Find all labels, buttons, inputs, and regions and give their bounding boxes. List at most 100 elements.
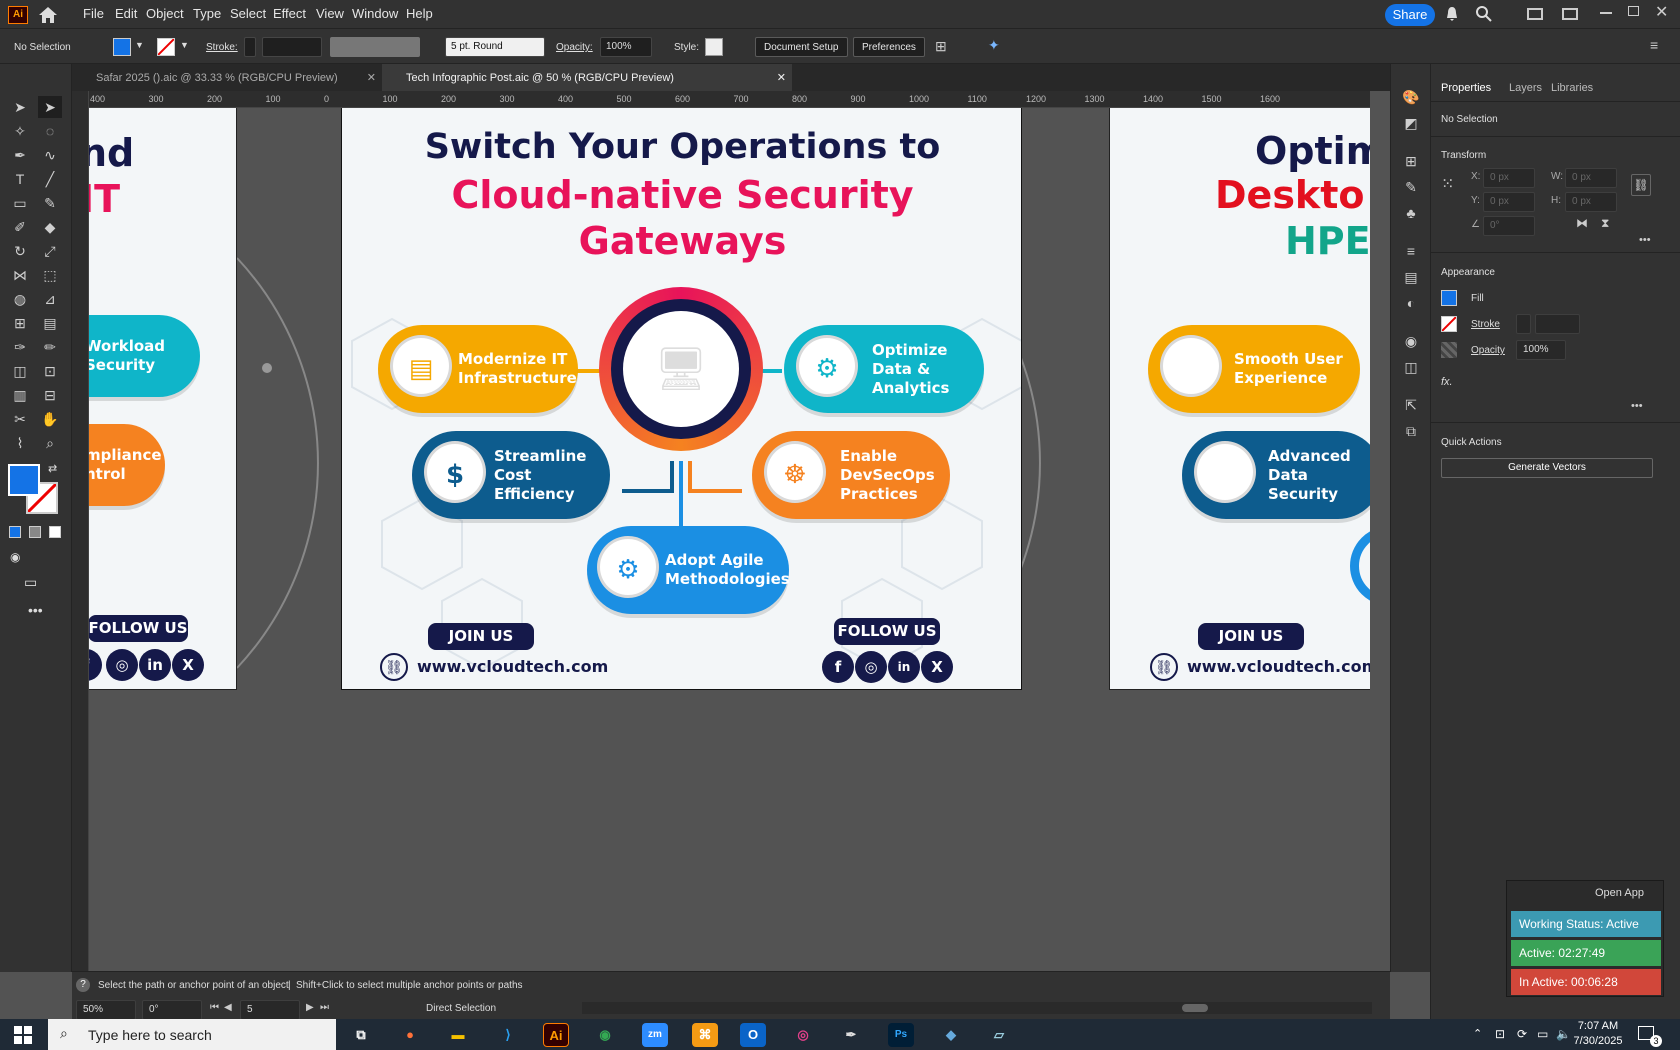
document-setup-button[interactable]: Document Setup: [755, 37, 848, 57]
clock-time[interactable]: 7:07 AM: [1572, 1020, 1624, 1032]
eraser-tool-icon[interactable]: ◆: [38, 216, 62, 238]
swap-colors-icon[interactable]: ⇄: [48, 462, 57, 475]
more-tools-icon[interactable]: •••: [28, 602, 43, 618]
share-button[interactable]: Share: [1385, 4, 1435, 26]
more-options-icon[interactable]: •••: [1631, 400, 1643, 412]
opacity-label[interactable]: Opacity:: [556, 42, 593, 53]
illustrator-taskbar-icon[interactable]: Ai: [543, 1023, 569, 1047]
facebook-icon[interactable]: f: [89, 649, 102, 681]
artboard-left[interactable]: nd IT Workload Security mpliance ntrol F…: [89, 108, 237, 690]
stroke-swatch[interactable]: [1441, 316, 1457, 332]
perspective-grid-tool-icon[interactable]: ⊿: [38, 288, 62, 310]
first-artboard-icon[interactable]: ⏮: [210, 1002, 219, 1013]
artboard-main[interactable]: Switch Your Operations to Cloud-native S…: [341, 108, 1022, 690]
search-icon[interactable]: [1475, 5, 1493, 23]
item-modernize-it[interactable]: ▤ Modernize IT Infrastructure: [378, 325, 578, 413]
h-input[interactable]: 0 px: [1565, 192, 1617, 212]
scale-tool-icon[interactable]: ⤢: [38, 240, 62, 262]
bell-icon[interactable]: [1444, 6, 1460, 22]
stroke-swatch[interactable]: [157, 38, 175, 56]
stroke-label[interactable]: Stroke: [1471, 319, 1500, 330]
current-tool-label[interactable]: Direct Selection: [426, 1003, 496, 1014]
horizontal-ruler[interactable]: 400 300 200 100 0 100 200 300 400 500 600 700 800 900…: [88, 91, 1370, 108]
horizontal-scrollbar[interactable]: [582, 1002, 1372, 1014]
menu-effect[interactable]: Effect: [273, 6, 306, 21]
facebook-icon[interactable]: f: [822, 651, 854, 683]
clock-date[interactable]: 7/30/2025: [1568, 1035, 1628, 1047]
minimize-icon[interactable]: [1600, 12, 1612, 14]
menu-object[interactable]: Object: [146, 6, 184, 21]
rotate-tool-icon[interactable]: ↻: [8, 240, 32, 262]
x-input[interactable]: 0 px: [1483, 168, 1535, 188]
menu-select[interactable]: Select: [230, 6, 266, 21]
gradient-panel-icon[interactable]: ▤: [1399, 266, 1423, 288]
zoom-tool-icon[interactable]: ⌕: [38, 432, 62, 454]
rectangle-tool-icon[interactable]: ▭: [8, 192, 32, 214]
measure-tool-icon[interactable]: ✏: [38, 336, 62, 358]
opacity-label[interactable]: Opacity: [1471, 345, 1505, 356]
mesh-tool-icon[interactable]: ⊞: [8, 312, 32, 334]
next-artboard-icon[interactable]: ▶: [306, 1002, 314, 1013]
left-item-workload-security[interactable]: Workload Security: [89, 315, 200, 397]
swatches-icon[interactable]: ◩: [1399, 112, 1423, 134]
linkedin-icon[interactable]: in: [888, 651, 920, 683]
taskbar-search-box[interactable]: ⌕ Type here to search: [48, 1019, 336, 1050]
zoom-icon[interactable]: zm: [642, 1023, 668, 1047]
preferences-button[interactable]: Preferences: [853, 37, 925, 57]
display-icon[interactable]: ▭: [1537, 1027, 1548, 1041]
close-icon[interactable]: ✕: [1655, 2, 1668, 22]
vscode-icon[interactable]: ⟩: [495, 1023, 521, 1047]
knife-tool-icon[interactable]: ⌇: [8, 432, 32, 454]
instagram-icon[interactable]: ◎: [855, 651, 887, 683]
menu-view[interactable]: View: [316, 6, 344, 21]
transparency-icon[interactable]: ◐: [1399, 292, 1423, 314]
menu-help[interactable]: Help: [406, 6, 433, 21]
selection-tool-icon[interactable]: ➤: [8, 96, 32, 118]
color-mode-color[interactable]: [9, 526, 21, 538]
photoshop-icon[interactable]: Ps: [888, 1023, 914, 1047]
type-tool-icon[interactable]: T: [8, 168, 32, 190]
more-options-icon[interactable]: •••: [1639, 234, 1651, 246]
hand-tool-icon[interactable]: ✋: [38, 408, 62, 430]
last-artboard-icon[interactable]: ⏭: [320, 1002, 329, 1013]
restore-icon[interactable]: [1628, 6, 1639, 16]
stroke-stepper[interactable]: [1516, 314, 1531, 334]
free-transform-tool-icon[interactable]: ⬚: [38, 264, 62, 286]
help-icon[interactable]: ?: [76, 978, 90, 992]
pen-app-icon[interactable]: ✒: [838, 1023, 864, 1047]
tab-properties[interactable]: Properties: [1441, 82, 1491, 94]
reference-point-icon[interactable]: ⁙: [1441, 174, 1461, 194]
menu-window[interactable]: Window: [352, 6, 398, 21]
right-item-smooth-ux[interactable]: Smooth User Experience: [1148, 325, 1360, 413]
sync-icon[interactable]: ⟳: [1517, 1027, 1527, 1041]
symbol-sprayer-tool-icon[interactable]: ⊡: [38, 360, 62, 382]
close-icon[interactable]: ✕: [367, 71, 376, 84]
blend-tool-icon[interactable]: ◫: [8, 360, 32, 382]
opacity-input[interactable]: 100%: [1516, 340, 1566, 360]
item-adopt-agile[interactable]: ⚙ Adopt Agile Methodologies: [587, 526, 790, 614]
creative-cloud-icon[interactable]: ◎: [790, 1023, 816, 1047]
menu-type[interactable]: Type: [193, 6, 221, 21]
stroke-label[interactable]: Stroke:: [206, 42, 238, 53]
linkedin-icon[interactable]: in: [139, 649, 171, 681]
align-panel-icon[interactable]: ≡: [1399, 240, 1423, 262]
chevron-down-icon[interactable]: ▼: [135, 40, 144, 50]
eyedropper-tool-icon[interactable]: ✑: [8, 336, 32, 358]
curvature-tool-icon[interactable]: ∿: [38, 144, 62, 166]
flip-horizontal-icon[interactable]: ⧓: [1576, 216, 1588, 230]
line-tool-icon[interactable]: ╱: [38, 168, 62, 190]
shaper-tool-icon[interactable]: ✐: [8, 216, 32, 238]
item-streamline-cost[interactable]: $ Streamline Cost Efficiency: [412, 431, 610, 519]
constrain-proportions-icon[interactable]: ⛓: [1631, 174, 1651, 196]
opacity-input[interactable]: 100%: [600, 37, 652, 57]
generative-icon[interactable]: ✦: [988, 37, 1000, 54]
instagram-icon[interactable]: ◎: [106, 649, 138, 681]
home-icon[interactable]: [37, 5, 59, 25]
fill-swatch[interactable]: [113, 38, 131, 56]
artboard-right[interactable]: Optim Deskto HPE Smooth User Experience …: [1109, 108, 1370, 690]
artboard-tool-icon[interactable]: ⊟: [38, 384, 62, 406]
canvas[interactable]: nd IT Workload Security mpliance ntrol F…: [89, 108, 1370, 971]
fill-color-box[interactable]: [8, 464, 40, 496]
gradient-tool-icon[interactable]: ▤: [38, 312, 62, 334]
appearance-icon[interactable]: ◉: [1399, 330, 1423, 352]
